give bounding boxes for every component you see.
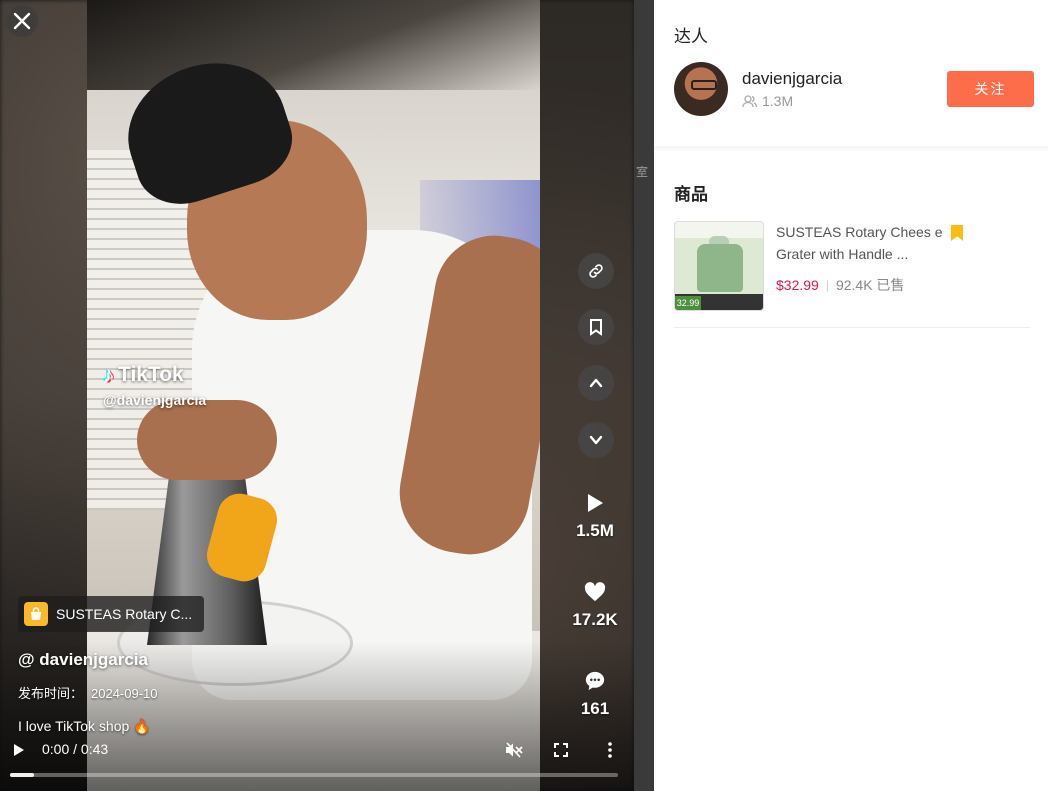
scene-person-hand	[137, 400, 277, 480]
close-icon	[13, 12, 31, 30]
muted-speaker-icon	[506, 742, 523, 758]
like-button[interactable]: 17.2K	[562, 578, 628, 630]
thumbnail-price-tag: 32.99	[675, 296, 701, 310]
video-caption: I love TikTok shop 🔥	[18, 718, 151, 734]
creator-avatar[interactable]	[674, 62, 728, 116]
follow-button[interactable]: 关注	[947, 71, 1034, 107]
product-chip[interactable]: SUSTEAS Rotary C...	[18, 596, 204, 632]
like-count-value: 17.2K	[572, 610, 618, 629]
creator-name[interactable]: davienjgarcia	[742, 69, 842, 89]
scene-ceiling	[87, 0, 540, 90]
play-count[interactable]: 1.5M	[562, 489, 628, 541]
play-icon	[588, 494, 603, 512]
previous-video-button[interactable]	[578, 365, 614, 401]
progress-bar[interactable]	[10, 773, 618, 777]
next-video-button[interactable]	[578, 422, 614, 458]
product-sold-count: 92.4K 已售	[835, 277, 905, 293]
play-count-value: 1.5M	[576, 521, 614, 540]
comment-button[interactable]: 161	[562, 667, 628, 719]
heart-icon	[584, 582, 606, 602]
meta-separator: |	[825, 278, 829, 292]
watermark-username: @davienjgarcia	[103, 392, 207, 408]
thumbnail-grater	[697, 244, 743, 292]
copy-link-button[interactable]	[578, 253, 614, 289]
bookmark-icon[interactable]	[951, 225, 963, 241]
product-card[interactable]: 32.99 SUSTEAS Rotary Chees e Grater with…	[674, 221, 1030, 328]
video-player[interactable]: ♪ TikTok @davienjgarcia 1.5M 17.2K 161 S…	[0, 0, 634, 791]
tiktok-watermark: ♪ TikTok @davienjgarcia	[103, 362, 206, 408]
product-meta: $32.99 | 92.4K 已售	[776, 275, 904, 295]
mute-button[interactable]	[503, 740, 525, 760]
publish-label: 发布时间：	[18, 686, 84, 701]
watermark-logo-text: TikTok	[118, 363, 184, 386]
followers-icon	[742, 94, 757, 107]
close-button[interactable]	[6, 5, 38, 37]
product-title[interactable]: SUSTEAS Rotary Chees e Grater with Handl…	[776, 221, 946, 265]
creator-followers-count: 1.3M	[762, 93, 794, 109]
background-peek: 室	[634, 0, 654, 791]
publish-date: 2024-09-10	[91, 686, 158, 701]
bookmark-icon	[590, 319, 602, 336]
products-section-title: 商品	[674, 185, 708, 204]
tiktok-note-icon: ♪	[103, 362, 114, 387]
product-chip-label: SUSTEAS Rotary C...	[56, 606, 193, 622]
chevron-up-icon	[589, 378, 603, 388]
comment-icon	[585, 671, 605, 691]
background-peek-text: 室	[636, 165, 649, 179]
shopping-bag-icon	[24, 602, 48, 626]
play-icon	[14, 744, 24, 756]
fullscreen-icon	[554, 743, 568, 757]
info-panel: 达人 davienjgarcia 1.3M 关注 商品 32.99 SUSTEA…	[654, 0, 1048, 791]
link-icon	[589, 264, 603, 278]
section-divider	[654, 146, 1048, 152]
publish-info: 发布时间： 2024-09-10	[18, 683, 158, 702]
comment-count-value: 161	[580, 699, 610, 718]
progress-fill	[10, 773, 35, 777]
fullscreen-button[interactable]	[551, 740, 571, 760]
author-handle[interactable]: @ davienjgarcia	[18, 650, 148, 670]
vertical-dots-icon	[608, 742, 612, 758]
play-pause-button[interactable]	[10, 741, 28, 759]
product-price: $32.99	[776, 277, 819, 293]
creator-section-title: 达人	[674, 27, 708, 46]
creator-followers: 1.3M	[742, 93, 793, 109]
chevron-down-icon	[589, 435, 603, 445]
product-thumbnail[interactable]: 32.99	[674, 221, 764, 311]
more-options-button[interactable]	[600, 740, 620, 760]
save-button[interactable]	[578, 309, 614, 345]
time-display: 0:00 / 0:43	[42, 741, 109, 757]
